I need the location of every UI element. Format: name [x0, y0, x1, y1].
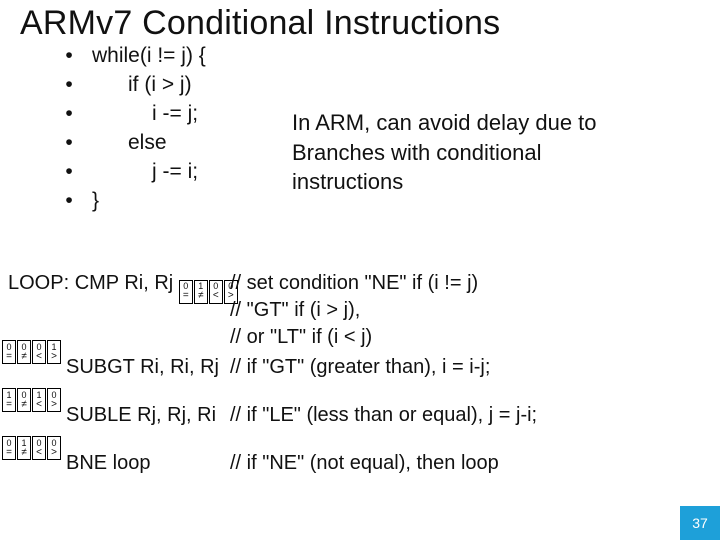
flag-cell: 0<	[209, 280, 223, 304]
asm-block: LOOP: CMP Ri, Rj 0= 1≠ 0< 0> // set cond…	[0, 270, 720, 498]
asm-row-subgt: 0= 0≠ 0< 1> SUBGT Ri, Ri, Rj // if "GT" …	[0, 354, 720, 402]
asm-instr: BNE loop	[66, 450, 151, 477]
flag-cell: 0>	[47, 388, 61, 412]
flag-cell: 0≠	[17, 340, 31, 364]
note-line: Branches with conditional	[292, 138, 702, 168]
asm-comment: // if "NE" (not equal), then loop	[230, 450, 499, 477]
flag-cell: 1≠	[194, 280, 208, 304]
note-block: In ARM, can avoid delay due to Branches …	[292, 108, 702, 197]
note-line: instructions	[292, 167, 702, 197]
flag-cell: 0<	[32, 340, 46, 364]
flag-cell: 0=	[2, 436, 16, 460]
slide-title: ARMv7 Conditional Instructions	[20, 4, 500, 43]
code-line: if (i > j)	[82, 71, 192, 100]
bullet-icon: •	[56, 158, 82, 187]
code-line: i -= j;	[82, 100, 198, 129]
flag-cell: 0=	[179, 280, 193, 304]
flag-cell: 1≠	[17, 436, 31, 460]
bullet-icon: •	[56, 100, 82, 129]
asm-row-cmp: LOOP: CMP Ri, Rj 0= 1≠ 0< 0> // set cond…	[0, 270, 720, 354]
code-block: •while(i != j) { •if (i > j) •i -= j; •e…	[56, 42, 206, 216]
asm-comment-line: // set condition "NE" if (i != j)	[230, 270, 478, 297]
flag-cell: 0>	[47, 436, 61, 460]
flags-leading: 0= 0≠ 0< 1>	[2, 340, 61, 364]
flags-leading: 1= 0≠ 1< 0>	[2, 388, 61, 412]
asm-instr: SUBLE Rj, Rj, Ri	[66, 402, 216, 429]
code-line: else	[82, 129, 167, 158]
bullet-icon: •	[56, 71, 82, 100]
asm-loop-label: LOOP: CMP Ri, Rj 0= 1≠ 0< 0>	[8, 270, 242, 308]
page-number: 37	[680, 506, 720, 540]
asm-comment: // set condition "NE" if (i != j) // "GT…	[230, 270, 478, 351]
code-line: while(i != j) {	[82, 42, 206, 71]
flag-cell: 1<	[32, 388, 46, 412]
flags-inline: 0= 1≠ 0< 0>	[179, 280, 238, 304]
code-line: }	[82, 187, 99, 216]
asm-comment-line: // "GT" if (i > j),	[230, 297, 478, 324]
bullet-icon: •	[56, 129, 82, 158]
asm-text: LOOP: CMP Ri, Rj	[8, 272, 173, 294]
flag-cell: 1>	[47, 340, 61, 364]
flag-cell: 0=	[2, 340, 16, 364]
asm-comment-line: // or "LT" if (i < j)	[230, 324, 478, 351]
note-line: In ARM, can avoid delay due to	[292, 108, 702, 138]
asm-instr: SUBGT Ri, Ri, Rj	[66, 354, 219, 381]
asm-row-suble: 1= 0≠ 1< 0> SUBLE Rj, Rj, Ri // if "LE" …	[0, 402, 720, 450]
flag-cell: 0<	[32, 436, 46, 460]
slide: ARMv7 Conditional Instructions •while(i …	[0, 0, 720, 540]
bullet-icon: •	[56, 187, 82, 216]
bullet-icon: •	[56, 42, 82, 71]
asm-row-bne: 0= 1≠ 0< 0> BNE loop // if "NE" (not equ…	[0, 450, 720, 498]
asm-comment: // if "GT" (greater than), i = i-j;	[230, 354, 490, 381]
code-line: j -= i;	[82, 158, 198, 187]
flags-leading: 0= 1≠ 0< 0>	[2, 436, 61, 460]
flag-cell: 0≠	[17, 388, 31, 412]
flag-cell: 1=	[2, 388, 16, 412]
asm-comment: // if "LE" (less than or equal), j = j-i…	[230, 402, 537, 429]
